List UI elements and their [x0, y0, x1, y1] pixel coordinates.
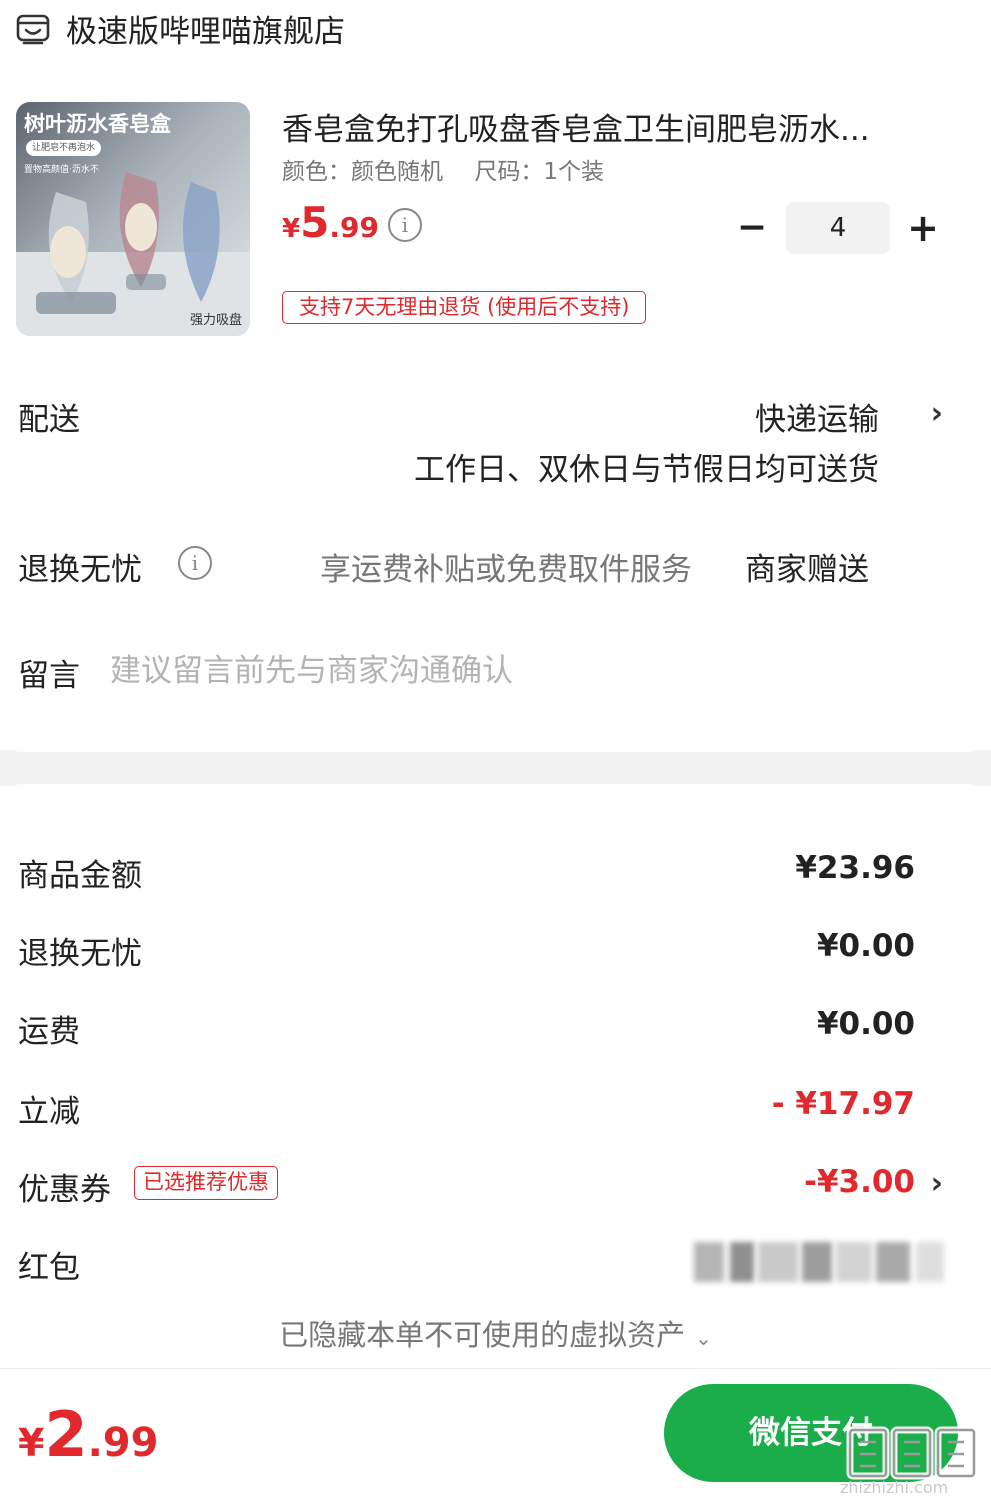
coupon-value[interactable]: -¥3.00 [804, 1164, 915, 1200]
section-divider [0, 750, 991, 786]
return-service-label: 退换无忧 [18, 552, 142, 588]
chevron-right-icon[interactable]: › [931, 1166, 943, 1201]
shipping-fee-value: ¥0.00 [816, 1006, 915, 1042]
total-integer: 2 [44, 1398, 88, 1471]
product-image[interactable]: 树叶沥水香皂盒 让肥皂不再泡水 置物高颜值·沥水不 强力吸盘 [16, 102, 250, 336]
card-top-edge [0, 784, 991, 824]
goods-amount-value: ¥23.96 [795, 850, 915, 886]
chevron-right-icon[interactable]: › [931, 396, 943, 431]
hidden-assets-text: 已隐藏本单不可使用的虚拟资产 [279, 1318, 686, 1352]
store-name[interactable]: 极速版哔哩喵旗舰店 [66, 6, 345, 51]
message-input[interactable] [110, 646, 890, 696]
total-decimal: .99 [87, 1420, 159, 1466]
plus-icon[interactable]: + [903, 206, 943, 250]
unit-price: ¥5.99 [282, 198, 379, 247]
total-price: ¥2.99 [18, 1398, 158, 1471]
product-spec[interactable]: 颜色：颜色随机 尺码：1个装 [282, 152, 604, 186]
image-title: 树叶沥水香皂盒 [24, 112, 171, 136]
instant-discount-value: - ¥17.97 [771, 1086, 915, 1122]
instant-discount-label: 立减 [18, 1094, 80, 1130]
price-currency: ¥ [282, 214, 301, 244]
size-spec: 尺码：1个装 [474, 159, 604, 185]
card-bottom-edge [0, 730, 991, 752]
return-fee-label: 退换无忧 [18, 936, 142, 972]
total-currency: ¥ [18, 1421, 45, 1465]
red-packet-value-obscured[interactable] [694, 1242, 948, 1282]
image-subtitle: 置物高颜值·沥水不 [24, 165, 99, 175]
shipping-label: 配送 [18, 402, 80, 438]
store-icon [16, 12, 50, 46]
message-label: 留言 [18, 658, 80, 694]
price-decimal: .99 [329, 211, 379, 244]
return-service-value: 商家赠送 [745, 552, 869, 588]
return-info-icon[interactable]: i [178, 546, 212, 580]
image-badge: 强力吸盘 [189, 313, 242, 328]
price-info-icon[interactable]: i [388, 208, 422, 242]
price-integer: 5 [300, 198, 330, 247]
shipping-note: 工作日、双休日与节假日均可送货 [414, 452, 879, 488]
shipping-method[interactable]: 快递运输 [755, 394, 879, 439]
watermark-url: zhizhizhi.com [840, 1478, 949, 1497]
coupon-label[interactable]: 优惠券 [18, 1164, 111, 1209]
return-policy-tag: 支持7天无理由退货 (使用后不支持) [282, 291, 647, 324]
chevron-down-icon: ⌄ [695, 1326, 712, 1350]
hidden-assets-toggle[interactable]: 已隐藏本单不可使用的虚拟资产 ⌄ [0, 1312, 991, 1354]
product-title[interactable]: 香皂盒免打孔吸盘香皂盒卫生间肥皂沥水... [282, 104, 942, 149]
quantity-value[interactable]: 4 [786, 202, 890, 254]
store-header[interactable]: 极速版哔哩喵旗舰店 [0, 0, 991, 58]
color-spec: 颜色：颜色随机 [282, 159, 443, 185]
return-fee-value: ¥0.00 [816, 928, 915, 964]
image-pill: 让肥皂不再泡水 [26, 140, 102, 156]
shipping-fee-label: 运费 [18, 1014, 80, 1050]
red-packet-label: 红包 [18, 1250, 80, 1286]
return-service-description: 享运费补贴或免费取件服务 [320, 552, 692, 588]
goods-amount-label: 商品金额 [18, 858, 142, 894]
coupon-selected-tag[interactable]: 已选推荐优惠 [134, 1166, 278, 1200]
minus-icon[interactable]: − [732, 208, 772, 248]
